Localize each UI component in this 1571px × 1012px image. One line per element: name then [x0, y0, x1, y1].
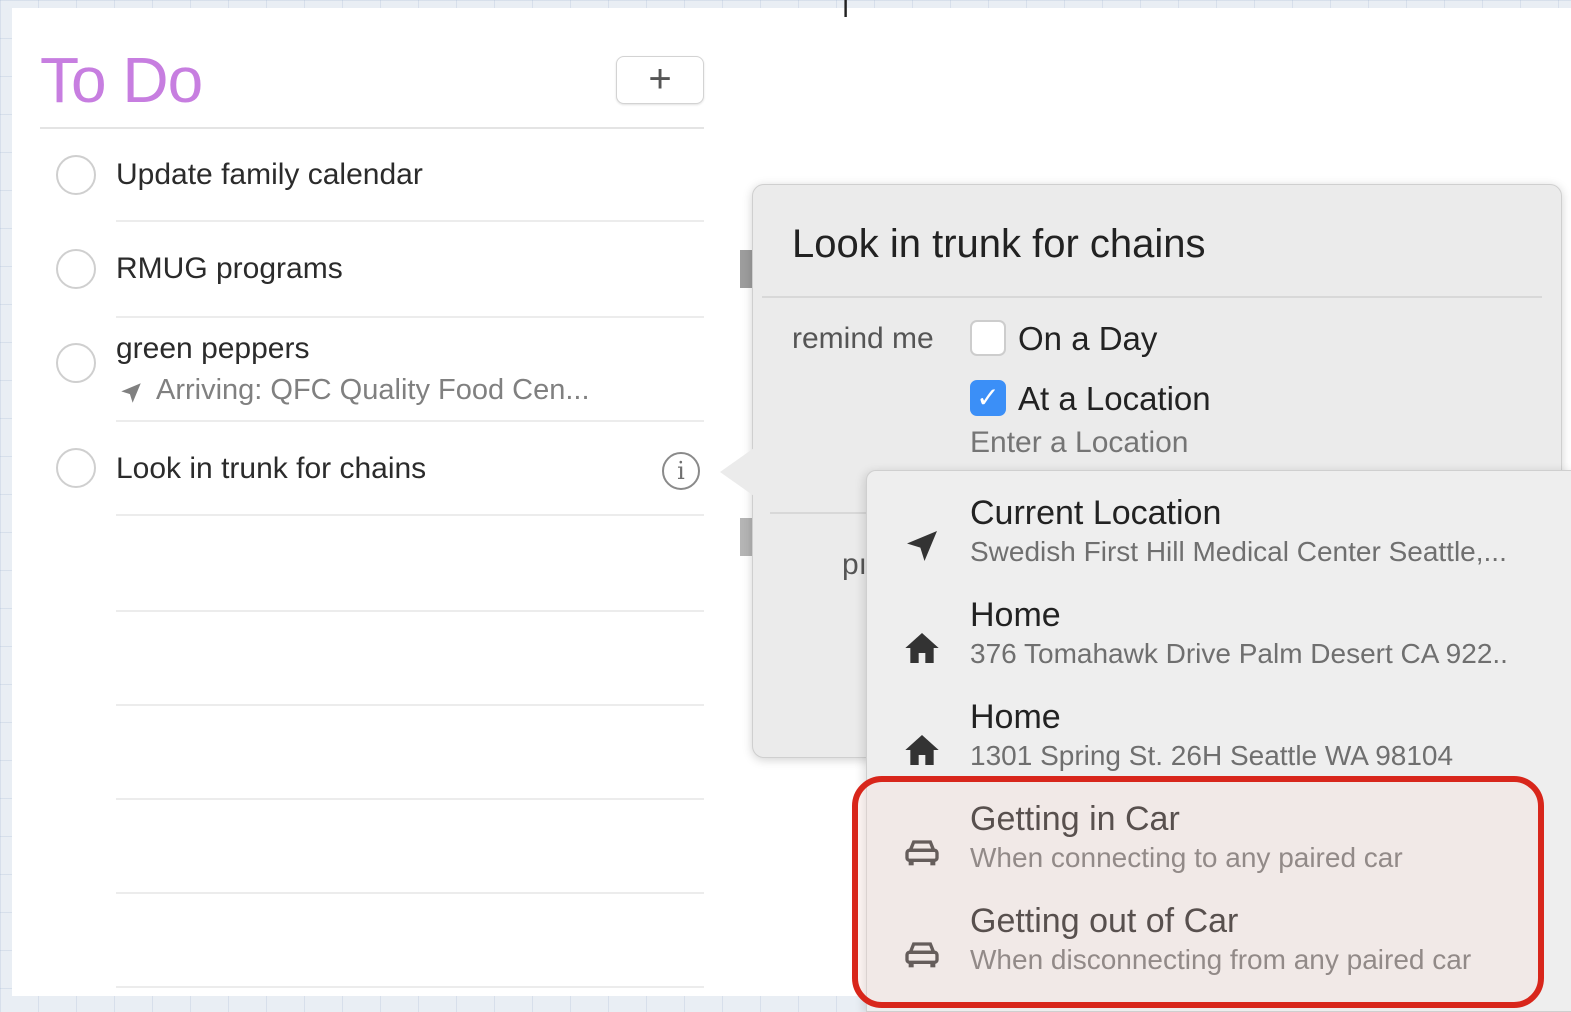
priority-label-fragment: pı — [842, 548, 868, 581]
empty-row-divider — [116, 704, 704, 706]
empty-row-divider — [116, 892, 704, 894]
home-icon — [905, 735, 939, 765]
add-reminder-button[interactable]: + — [616, 56, 704, 104]
popover-edge — [740, 518, 752, 556]
remind-me-label: remind me — [792, 322, 934, 355]
popover-edge — [740, 250, 752, 288]
option-subtitle: 1301 Spring St. 26H Seattle WA 98104 — [970, 740, 1454, 771]
empty-row-divider — [116, 798, 704, 800]
popover-title[interactable]: Look in trunk for chains — [792, 222, 1206, 267]
option-title: Current Location — [970, 494, 1222, 532]
info-icon[interactable]: i — [662, 452, 700, 490]
row-divider — [116, 514, 704, 516]
list-title: To Do — [40, 44, 203, 116]
location-option-current[interactable]: Current Location Swedish First Hill Medi… — [866, 492, 1571, 592]
task-complete-checkbox[interactable] — [56, 448, 96, 488]
task-location-subtitle: Arriving: QFC Quality Food Cen... — [156, 374, 590, 406]
popover-pointer — [720, 448, 754, 496]
at-a-location-checkbox[interactable]: ✓ — [970, 380, 1006, 416]
row-divider — [116, 316, 704, 318]
task-complete-checkbox[interactable] — [56, 155, 96, 195]
option-subtitle: 376 Tomahawk Drive Palm Desert CA 922.. — [970, 638, 1508, 669]
empty-row-divider — [116, 610, 704, 612]
row-divider — [116, 420, 704, 422]
on-a-day-checkbox[interactable] — [970, 320, 1006, 356]
task-title[interactable]: Look in trunk for chains — [116, 452, 426, 486]
at-a-location-label[interactable]: At a Location — [1018, 380, 1211, 418]
location-arrow-icon — [121, 383, 141, 403]
location-arrow-icon — [907, 531, 937, 561]
location-input[interactable] — [970, 426, 1530, 460]
popover-divider — [762, 296, 1542, 298]
task-complete-checkbox[interactable] — [56, 343, 96, 383]
option-title: Home — [970, 596, 1061, 634]
annotation-highlight-box — [852, 776, 1544, 1008]
popover-divider — [770, 512, 880, 514]
task-title[interactable]: RMUG programs — [116, 252, 343, 286]
home-icon — [905, 633, 939, 663]
option-subtitle: Swedish First Hill Medical Center Seattl… — [970, 536, 1507, 567]
on-a-day-label[interactable]: On a Day — [1018, 320, 1157, 358]
task-title[interactable]: green peppers — [116, 332, 309, 366]
option-title: Home — [970, 698, 1061, 736]
empty-row-divider — [116, 986, 704, 988]
reminders-list-pane — [12, 8, 740, 996]
location-option-home[interactable]: Home 376 Tomahawk Drive Palm Desert CA 9… — [866, 594, 1571, 694]
task-complete-checkbox[interactable] — [56, 249, 96, 289]
task-title[interactable]: Update family calendar — [116, 158, 423, 192]
row-divider — [116, 220, 704, 222]
stray-text-mark: I — [842, 0, 850, 20]
title-divider — [40, 127, 704, 129]
